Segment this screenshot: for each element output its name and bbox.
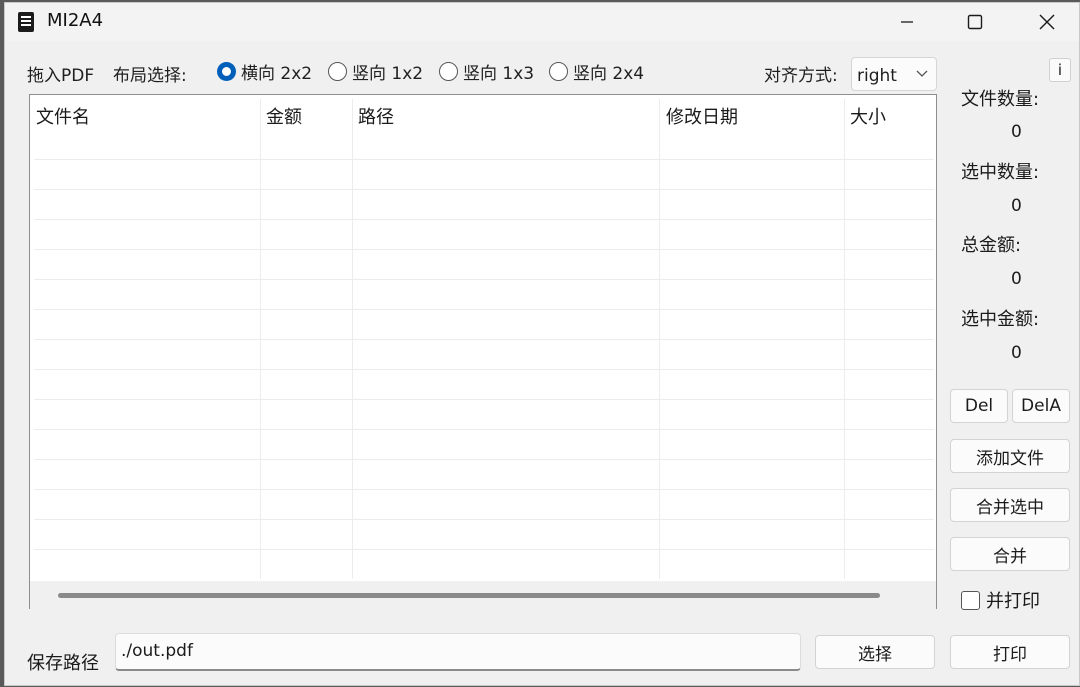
title-bar[interactable]: MI2A4	[5, 3, 1079, 41]
row-divider	[34, 519, 934, 520]
add-files-button[interactable]: 添加文件	[950, 439, 1070, 473]
radio-indicator	[439, 61, 458, 81]
checkbox-label: 并打印	[986, 591, 1040, 612]
align-select-value: right	[857, 66, 897, 86]
close-button[interactable]	[1011, 3, 1080, 41]
row-divider	[34, 189, 934, 190]
align-select[interactable]: right	[851, 57, 937, 91]
delete-all-button[interactable]: DelA	[1012, 389, 1070, 423]
selected-count-value: 0	[1011, 196, 1022, 216]
app-window: MI2A4 拖入PDF 布局选择: 横向 2x2 竖向 1x2 竖向 1x3 竖…	[4, 2, 1080, 686]
row-divider	[34, 489, 934, 490]
radio-label: 竖向 1x2	[352, 63, 424, 84]
row-divider	[34, 309, 934, 310]
selected-amount-value: 0	[1011, 343, 1022, 363]
row-divider	[34, 399, 934, 400]
print-after-merge-checkbox[interactable]: 并打印	[961, 587, 1040, 613]
file-count-value: 0	[1011, 122, 1022, 142]
row-divider	[34, 279, 934, 280]
save-path-input[interactable]: ./out.pdf	[115, 633, 801, 671]
close-icon	[1039, 14, 1055, 30]
radio-indicator	[549, 61, 568, 81]
column-header-amount[interactable]: 金额	[266, 103, 302, 129]
radio-indicator	[328, 61, 347, 81]
file-count-label: 文件数量:	[961, 89, 1040, 110]
row-divider	[34, 219, 934, 220]
selected-amount-label: 选中金额:	[961, 309, 1040, 330]
maximize-button[interactable]	[939, 3, 1011, 41]
layout-label: 布局选择:	[113, 66, 187, 86]
merge-selected-button[interactable]: 合并选中	[950, 488, 1070, 522]
checkbox-indicator	[961, 590, 980, 610]
row-divider	[34, 459, 934, 460]
maximize-icon	[967, 14, 983, 30]
save-path-value: ./out.pdf	[121, 641, 193, 661]
row-divider	[34, 339, 934, 340]
horizontal-scrollbar[interactable]	[30, 581, 936, 609]
minimize-button[interactable]	[871, 3, 943, 41]
column-header-modified-date[interactable]: 修改日期	[666, 103, 738, 129]
column-header-filename[interactable]: 文件名	[36, 103, 90, 129]
radio-label: 竖向 1x3	[463, 63, 535, 84]
file-table[interactable]: 文件名 金额 路径 修改日期 大小	[29, 94, 937, 609]
table-header: 文件名 金额 路径 修改日期 大小	[30, 95, 936, 131]
chevron-down-icon	[916, 70, 928, 77]
radio-landscape-2x2[interactable]: 横向 2x2	[217, 60, 313, 84]
merge-button[interactable]: 合并	[950, 537, 1070, 571]
row-divider	[34, 159, 934, 160]
row-divider	[34, 429, 934, 430]
row-divider	[34, 369, 934, 370]
scrollbar-thumb[interactable]	[58, 593, 880, 598]
radio-indicator	[217, 61, 236, 81]
row-divider	[34, 549, 934, 550]
save-path-label: 保存路径	[27, 653, 99, 674]
radio-label: 竖向 2x4	[573, 63, 645, 84]
row-divider	[34, 249, 934, 250]
radio-portrait-1x2[interactable]: 竖向 1x2	[328, 60, 424, 84]
column-header-path[interactable]: 路径	[358, 103, 394, 129]
radio-label: 横向 2x2	[241, 63, 313, 84]
radio-portrait-1x3[interactable]: 竖向 1x3	[439, 60, 535, 84]
total-amount-value: 0	[1011, 269, 1022, 289]
drag-hint-label: 拖入PDF	[27, 66, 95, 86]
document-icon	[18, 12, 34, 32]
print-button[interactable]: 打印	[950, 635, 1070, 669]
delete-button[interactable]: Del	[950, 389, 1008, 423]
choose-path-button[interactable]: 选择	[815, 635, 935, 669]
window-title: MI2A4	[47, 10, 104, 31]
total-amount-label: 总金额:	[961, 235, 1022, 256]
column-header-size[interactable]: 大小	[850, 103, 886, 129]
info-button[interactable]: i	[1049, 58, 1071, 82]
radio-portrait-2x4[interactable]: 竖向 2x4	[549, 60, 645, 84]
minimize-icon	[901, 21, 913, 23]
selected-count-label: 选中数量:	[961, 162, 1040, 183]
align-label: 对齐方式:	[764, 66, 838, 86]
